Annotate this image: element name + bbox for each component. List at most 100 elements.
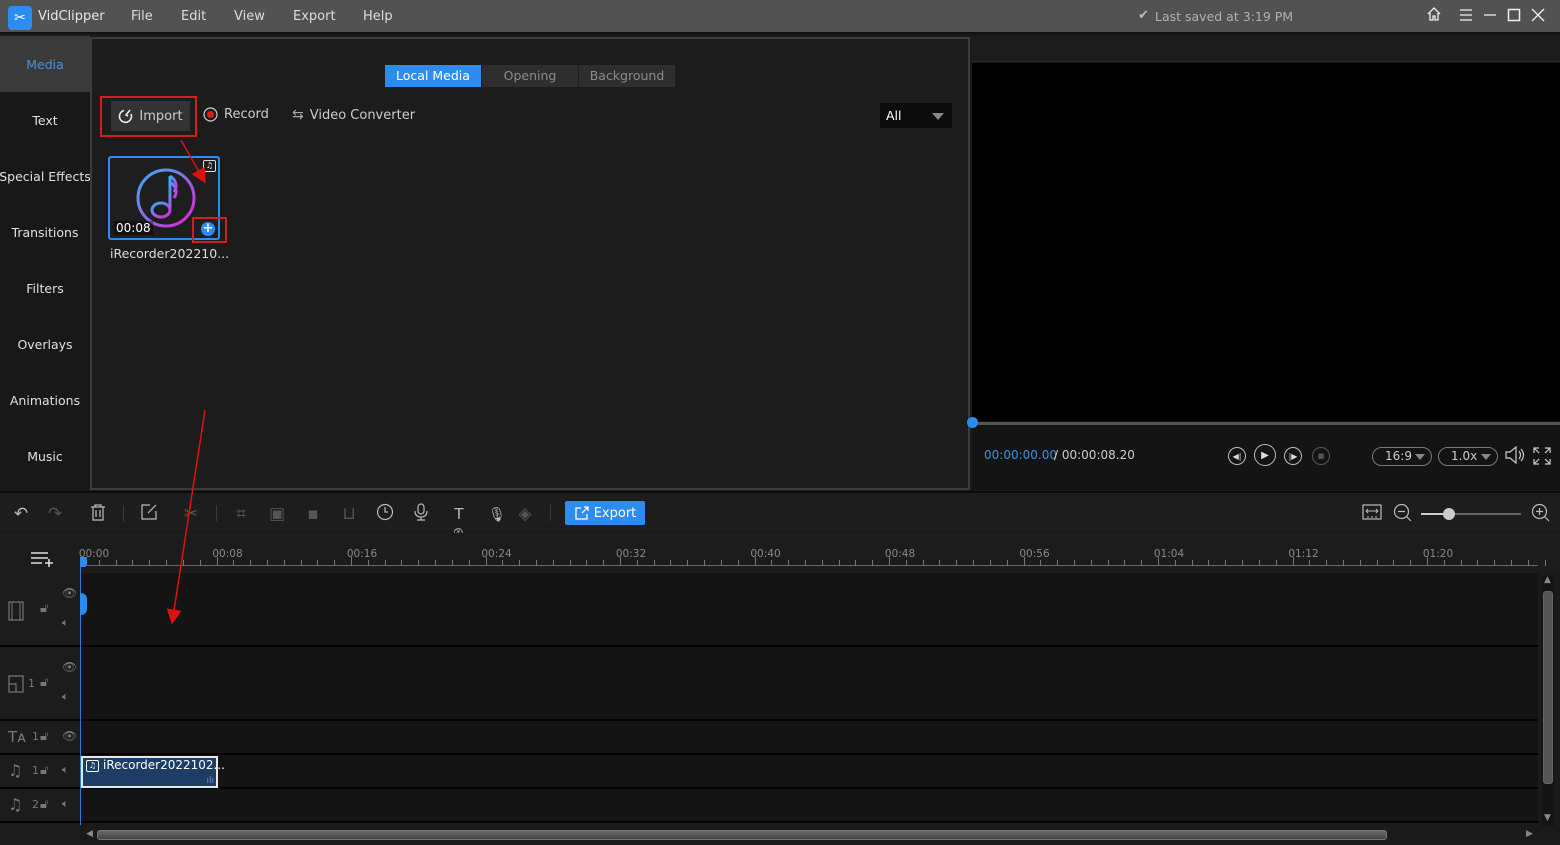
volume-button[interactable] [1504, 445, 1526, 469]
ruler-minor-tick [1208, 560, 1210, 566]
scroll-down-icon[interactable]: ▼ [1544, 813, 1551, 823]
maximize-button[interactable] [1503, 6, 1525, 28]
ruler-minor-tick [1326, 560, 1328, 566]
eye-icon[interactable]: 👁︎ [62, 586, 77, 600]
redo-button[interactable]: ↷ [44, 503, 66, 525]
speaker-icon[interactable]: 🔈︎ [62, 763, 69, 777]
minimize-button[interactable] [1479, 6, 1501, 28]
eye-icon[interactable]: 👁︎ [62, 729, 77, 743]
ruler-label: 00:08 [212, 548, 243, 560]
speed-button[interactable] [374, 503, 396, 525]
horizontal-scroll-thumb[interactable] [97, 830, 1387, 840]
split-button[interactable]: ✂ [180, 503, 202, 525]
tab-local-media[interactable]: Local Media [385, 65, 481, 87]
crop-button[interactable]: ⌗ [230, 503, 252, 525]
time-ruler[interactable]: 00:00 00:08 00:16 00:24 00:32 00:40 00:48 00:56… [79, 533, 1560, 573]
media-item-name: iRecorder202210... [110, 246, 230, 261]
ruler-minor-tick [266, 560, 268, 566]
menu-export[interactable]: Export [293, 9, 336, 24]
menu-help[interactable]: Help [363, 9, 393, 24]
speech-to-text-button[interactable]: 🎙 [486, 503, 508, 525]
ruler-minor-tick [367, 560, 369, 566]
voiceover-button[interactable] [410, 503, 432, 525]
video-converter-button[interactable]: ⇆ Video Converter [292, 107, 415, 123]
mosaic-button[interactable]: ▣ [266, 503, 288, 525]
seek-handle[interactable] [967, 417, 978, 428]
ruler-minor-tick [233, 560, 235, 566]
speaker-icon[interactable]: 🔈︎ [62, 797, 69, 811]
nav-transitions[interactable]: Transitions [0, 204, 90, 260]
nav-special-effects[interactable]: Special Effects [0, 148, 91, 204]
fit-timeline-button[interactable] [1361, 503, 1383, 525]
ruler-label: 00:24 [481, 548, 512, 560]
duration-button[interactable]: ⊔ [338, 503, 360, 525]
seek-bar[interactable] [972, 422, 1560, 425]
tab-background[interactable]: Background [579, 65, 675, 87]
ruler-minor-tick [1511, 560, 1513, 566]
nav-animations[interactable]: Animations [0, 372, 90, 428]
track-pip[interactable] [80, 647, 1538, 721]
scroll-right-icon[interactable]: ▶ [1526, 829, 1533, 839]
next-frame-button[interactable]: |▶ [1284, 447, 1302, 465]
timeline-zoom-slider[interactable] [1421, 508, 1521, 520]
nav-text[interactable]: Text [0, 92, 90, 148]
tab-opening[interactable]: Opening [482, 65, 578, 87]
freeze-button[interactable]: ▪ [302, 503, 324, 525]
nav-overlays[interactable]: Overlays [0, 316, 90, 372]
scroll-left-icon[interactable]: ◀ [86, 829, 93, 839]
menu-button[interactable] [1455, 6, 1477, 28]
track-music-1[interactable] [80, 755, 1538, 789]
menu-file[interactable]: File [131, 9, 153, 24]
lock-icon[interactable]: 🔓︎ [40, 797, 48, 812]
track-music-2[interactable] [80, 789, 1538, 823]
zoom-slider-handle[interactable] [1443, 508, 1455, 520]
record-button[interactable]: Record [203, 107, 269, 122]
prev-frame-button[interactable]: ◀| [1228, 447, 1246, 465]
track-video[interactable] [80, 573, 1538, 647]
menu-edit[interactable]: Edit [181, 9, 206, 24]
ruler-minor-tick [1141, 560, 1143, 566]
home-button[interactable] [1423, 6, 1445, 28]
audio-clip[interactable]: ♫ iRecorder2022102... ılı [81, 756, 225, 788]
scroll-up-icon[interactable]: ▲ [1544, 575, 1551, 585]
add-track-button[interactable] [30, 551, 54, 571]
eye-icon[interactable]: 👁︎ [62, 660, 77, 674]
aspect-ratio-select[interactable]: 16:9 [1372, 447, 1432, 466]
ruler-minor-tick [535, 560, 537, 566]
ruler-minor-tick [1258, 560, 1260, 566]
vertical-scroll-thumb[interactable] [1543, 591, 1553, 784]
text-to-speech-button[interactable]: T🎙 [448, 503, 470, 545]
track-text[interactable] [80, 721, 1538, 755]
track-header-music-1: ♫ 1 🔓︎ 🔈︎ [0, 755, 80, 789]
marker-button[interactable]: ◈ [514, 503, 536, 525]
fullscreen-button[interactable] [1532, 446, 1552, 470]
track-start-handle[interactable] [80, 593, 87, 615]
lock-icon[interactable]: 🔓︎ [40, 601, 48, 616]
ruler-minor-tick [317, 560, 319, 566]
media-filter-select[interactable]: All [880, 103, 952, 128]
ruler-minor-tick [451, 560, 453, 566]
lock-icon[interactable]: 🔓︎ [40, 675, 48, 690]
close-button[interactable] [1527, 6, 1549, 28]
ruler-minor-tick [468, 560, 470, 566]
speed-select[interactable]: 1.0x [1438, 447, 1498, 466]
microphone-icon [414, 503, 428, 521]
zoom-out-button[interactable] [1392, 503, 1414, 525]
lock-icon[interactable]: 🔓︎ [40, 763, 48, 778]
nav-media[interactable]: Media [0, 36, 90, 92]
stop-button[interactable]: ■ [1312, 447, 1330, 465]
lock-icon[interactable]: 🔓︎ [40, 729, 48, 744]
undo-button[interactable]: ↶ [10, 503, 32, 525]
edit-button[interactable] [138, 503, 160, 525]
play-button[interactable]: ▶ [1254, 444, 1276, 466]
delete-button[interactable] [87, 503, 109, 525]
volume-icon [1505, 445, 1525, 465]
speaker-icon[interactable]: 🔈︎ [62, 616, 69, 630]
nav-music[interactable]: Music [0, 428, 90, 484]
menu-view[interactable]: View [234, 9, 265, 24]
speaker-icon[interactable]: 🔈︎ [62, 690, 69, 704]
export-button[interactable]: Export [565, 501, 645, 525]
zoom-in-button[interactable] [1530, 503, 1552, 525]
nav-filters[interactable]: Filters [0, 260, 90, 316]
playhead-handle[interactable] [80, 557, 87, 567]
